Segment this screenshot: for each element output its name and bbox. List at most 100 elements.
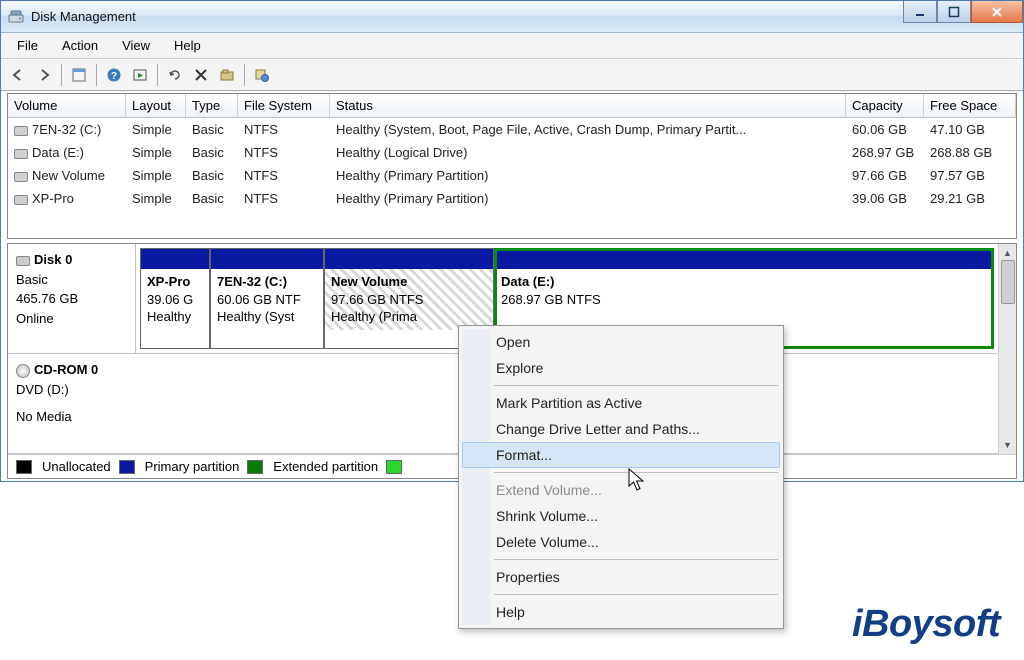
scroll-up-button[interactable]: ▲ bbox=[1001, 246, 1015, 260]
disk-type: DVD (D:) bbox=[16, 380, 128, 400]
cell: NTFS bbox=[238, 120, 330, 139]
watermark: iBoysoft bbox=[852, 603, 1000, 646]
menu-separator bbox=[494, 385, 778, 386]
window-controls bbox=[903, 1, 1023, 23]
menu-item-open[interactable]: Open bbox=[462, 329, 780, 355]
toolbar-separator bbox=[244, 64, 245, 86]
volume-icon bbox=[14, 172, 28, 182]
disk-label[interactable]: CD-ROM 0 DVD (D:) No Media bbox=[8, 354, 136, 453]
close-button[interactable] bbox=[971, 1, 1023, 23]
disk-label[interactable]: Disk 0 Basic 465.76 GB Online bbox=[8, 244, 136, 353]
back-button[interactable] bbox=[6, 63, 30, 87]
scroll-thumb[interactable] bbox=[1001, 260, 1015, 304]
disk-size: 465.76 GB bbox=[16, 289, 127, 309]
menu-item-help[interactable]: Help bbox=[462, 599, 780, 625]
menu-separator bbox=[494, 559, 778, 560]
menu-item-format[interactable]: Format... bbox=[462, 442, 780, 468]
menu-item-mark-active[interactable]: Mark Partition as Active bbox=[462, 390, 780, 416]
disk-title: CD-ROM 0 bbox=[34, 362, 98, 377]
menu-item-shrink-volume[interactable]: Shrink Volume... bbox=[462, 503, 780, 529]
app-icon bbox=[7, 8, 25, 26]
col-header-capacity[interactable]: Capacity bbox=[846, 94, 924, 117]
partition-box[interactable]: XP-Pro 39.06 G Healthy bbox=[140, 248, 210, 349]
menu-item-delete-volume[interactable]: Delete Volume... bbox=[462, 529, 780, 555]
cell: Simple bbox=[126, 189, 186, 208]
partition-status: Healthy bbox=[147, 309, 191, 324]
col-header-type[interactable]: Type bbox=[186, 94, 238, 117]
delete-button[interactable] bbox=[189, 63, 213, 87]
menu-help[interactable]: Help bbox=[164, 35, 211, 56]
legend-swatch-primary bbox=[119, 460, 135, 474]
volume-icon bbox=[14, 126, 28, 136]
partition-size: 268.97 GB NTFS bbox=[501, 292, 601, 307]
cell: Simple bbox=[126, 166, 186, 185]
cell: NTFS bbox=[238, 189, 330, 208]
forward-button[interactable] bbox=[32, 63, 56, 87]
cell: 97.57 GB bbox=[924, 166, 1016, 185]
menu-separator bbox=[494, 594, 778, 595]
cell: 39.06 GB bbox=[846, 189, 924, 208]
cell: 47.10 GB bbox=[924, 120, 1016, 139]
menu-item-properties[interactable]: Properties bbox=[462, 564, 780, 590]
legend-swatch bbox=[386, 460, 402, 474]
disk-title: Disk 0 bbox=[34, 252, 72, 267]
disk-status: Online bbox=[16, 309, 127, 329]
col-header-status[interactable]: Status bbox=[330, 94, 846, 117]
list-header: Volume Layout Type File System Status Ca… bbox=[8, 94, 1016, 118]
toolbar-separator bbox=[61, 64, 62, 86]
cell: Simple bbox=[126, 143, 186, 162]
help-button[interactable]: ? bbox=[102, 63, 126, 87]
partition-status: Healthy (Syst bbox=[217, 309, 294, 324]
col-header-volume[interactable]: Volume bbox=[8, 94, 126, 117]
partition-name: 7EN-32 (C:) bbox=[217, 274, 287, 289]
menu-action[interactable]: Action bbox=[52, 35, 108, 56]
toolbar-separator bbox=[96, 64, 97, 86]
tool-button[interactable] bbox=[215, 63, 239, 87]
col-header-fs[interactable]: File System bbox=[238, 94, 330, 117]
cell: 268.88 GB bbox=[924, 143, 1016, 162]
titlebar: Disk Management bbox=[1, 1, 1023, 33]
partition-size: 60.06 GB NTF bbox=[217, 292, 301, 307]
list-row[interactable]: New Volume Simple Basic NTFS Healthy (Pr… bbox=[8, 164, 1016, 187]
scroll-down-button[interactable]: ▼ bbox=[1001, 438, 1015, 452]
menu-view[interactable]: View bbox=[112, 35, 160, 56]
toolbar: ? bbox=[1, 59, 1023, 91]
menu-file[interactable]: File bbox=[7, 35, 48, 56]
volume-icon bbox=[14, 149, 28, 159]
cell: New Volume bbox=[32, 168, 105, 183]
svg-text:?: ? bbox=[111, 71, 117, 82]
legend-swatch-extended bbox=[247, 460, 263, 474]
cell: Basic bbox=[186, 166, 238, 185]
cell: 60.06 GB bbox=[846, 120, 924, 139]
window-title: Disk Management bbox=[31, 9, 136, 24]
minimize-button[interactable] bbox=[903, 1, 937, 23]
tool-button[interactable] bbox=[250, 63, 274, 87]
col-header-layout[interactable]: Layout bbox=[126, 94, 186, 117]
volume-list: Volume Layout Type File System Status Ca… bbox=[7, 93, 1017, 239]
menubar: File Action View Help bbox=[1, 33, 1023, 59]
legend-label: Primary partition bbox=[145, 459, 240, 474]
partition-box[interactable]: 7EN-32 (C:) 60.06 GB NTF Healthy (Syst bbox=[210, 248, 324, 349]
context-menu: Open Explore Mark Partition as Active Ch… bbox=[458, 325, 784, 629]
tool-button[interactable] bbox=[128, 63, 152, 87]
list-row[interactable]: Data (E:) Simple Basic NTFS Healthy (Log… bbox=[8, 141, 1016, 164]
toolbar-separator bbox=[157, 64, 158, 86]
menu-item-explore[interactable]: Explore bbox=[462, 355, 780, 381]
list-row[interactable]: 7EN-32 (C:) Simple Basic NTFS Healthy (S… bbox=[8, 118, 1016, 141]
disk-status: No Media bbox=[16, 407, 128, 427]
cell: Healthy (System, Boot, Page File, Active… bbox=[330, 120, 846, 139]
partition-size: 39.06 G bbox=[147, 292, 193, 307]
cell: Basic bbox=[186, 120, 238, 139]
list-row[interactable]: XP-Pro Simple Basic NTFS Healthy (Primar… bbox=[8, 187, 1016, 210]
partition-size: 97.66 GB NTFS bbox=[331, 292, 423, 307]
properties-button[interactable] bbox=[67, 63, 91, 87]
menu-item-change-drive-letter[interactable]: Change Drive Letter and Paths... bbox=[462, 416, 780, 442]
disk-type: Basic bbox=[16, 270, 127, 290]
scrollbar[interactable]: ▲ ▼ bbox=[998, 244, 1016, 454]
maximize-button[interactable] bbox=[937, 1, 971, 23]
cell: Basic bbox=[186, 143, 238, 162]
cell: NTFS bbox=[238, 166, 330, 185]
col-header-free[interactable]: Free Space bbox=[924, 94, 1016, 117]
refresh-button[interactable] bbox=[163, 63, 187, 87]
menu-separator bbox=[494, 472, 778, 473]
